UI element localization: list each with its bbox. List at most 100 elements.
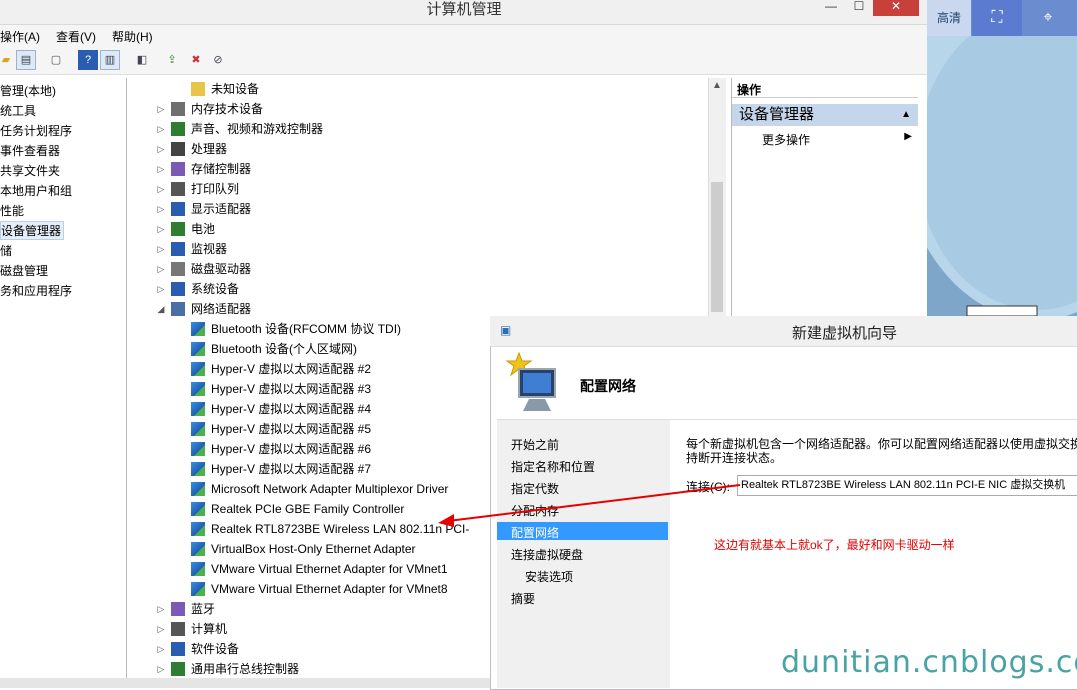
wizard-heading: 配置网络 [580,378,636,394]
hd-button[interactable]: 高清 [927,0,971,36]
device-label: Realtek PCIe GBE Family Controller [211,502,405,516]
hyperv-icon: ▣ [500,323,512,337]
player-toolbar: 高清 ⛶ ⌖ [927,0,1077,36]
device-label: 显示适配器 [191,202,252,216]
tree-item-shared-folders[interactable]: 共享文件夹 [0,162,60,179]
collapse-icon[interactable]: ▲ [901,104,911,126]
tree-item-services-apps[interactable]: 务和应用程序 [0,282,72,299]
tree-item-local-users[interactable]: 本地用户和组 [0,182,72,199]
uninstall-icon[interactable]: ✖ [186,50,206,70]
expand-arrow-icon[interactable]: ▷ [156,259,166,279]
device-category-icon [171,262,185,276]
device-category-icon [171,622,185,636]
scan-hardware-icon[interactable]: ◧ [132,50,152,70]
device-label: 网络适配器 [191,302,252,316]
expand-arrow-icon[interactable]: ▷ [156,219,166,239]
device-category-icon [171,222,185,236]
device-label: Bluetooth 设备(RFCOMM 协议 TDI) [211,322,402,336]
menu-view[interactable]: 查看(V) [56,28,96,45]
warning-device-icon [191,82,205,96]
network-adapter-icon [191,542,205,556]
maximize-button[interactable]: ☐ [848,0,870,16]
properties-icon[interactable]: ▢ [46,50,66,70]
nav-install-options[interactable]: 安装选项 [525,568,573,585]
connection-select[interactable]: Realtek RTL8723BE Wireless LAN 802.11n P… [737,475,1077,496]
console-tree-icon[interactable]: ▤ [16,50,36,70]
window-title: 计算机管理 [426,1,502,18]
expand-arrow-icon[interactable]: ▷ [156,179,166,199]
help-icon[interactable]: ? [78,50,98,70]
device-label: VirtualBox Host-Only Ethernet Adapter [211,542,416,556]
device-label: 存储控制器 [191,162,252,176]
more-actions[interactable]: 更多操作 ▶ [762,131,912,148]
device-label: Hyper-V 虚拟以太网适配器 #3 [211,382,372,396]
crosshair-icon[interactable]: ⌖ [1023,0,1073,36]
tree-item-system-tools[interactable]: 统工具 [0,102,36,119]
device-label: 系统设备 [191,282,240,296]
fullscreen-icon[interactable]: ⛶ [972,0,1022,36]
expand-arrow-icon[interactable]: ▷ [156,619,166,639]
expand-arrow-icon[interactable]: ▷ [156,199,166,219]
menu-action[interactable]: 操作(A) [0,28,40,45]
expand-arrow-icon[interactable]: ▷ [156,599,166,619]
device-label: Hyper-V 虚拟以太网适配器 #2 [211,362,372,376]
network-adapter-icon [191,582,205,596]
annotation-arrow [438,484,741,527]
tree-item-computer-management[interactable]: 管理(本地) [0,82,56,99]
disable-device-icon[interactable]: ⊘ [208,50,228,70]
expand-arrow-icon[interactable]: ▷ [156,159,166,179]
update-driver-icon[interactable]: ⇪ [162,50,182,70]
tree-item-task-scheduler[interactable]: 任务计划程序 [0,122,72,139]
device-category-icon [171,662,185,676]
menu-help[interactable]: 帮助(H) [112,28,153,45]
nav-connect-vhd[interactable]: 连接虚拟硬盘 [511,546,583,563]
actions-section-device-manager[interactable]: 设备管理器 ▲ [732,104,918,126]
tree-item-storage[interactable]: 储 [0,242,12,259]
submenu-arrow-icon: ▶ [904,131,912,142]
expand-arrow-icon[interactable]: ▷ [156,119,166,139]
minimize-button[interactable]: — [820,0,842,16]
device-category-icon [171,122,185,136]
device-label: Bluetooth 设备(个人区域网) [211,342,358,356]
nav-summary[interactable]: 摘要 [511,590,535,607]
device-label: 通用串行总线控制器 [191,662,300,676]
scroll-up-icon[interactable]: ▲ [712,80,722,91]
title-bar: 计算机管理 — ☐ ✕ [0,0,928,25]
tree-item-event-viewer[interactable]: 事件查看器 [0,142,60,159]
collapse-arrow-icon[interactable]: ◢ [156,299,166,319]
network-adapter-icon [191,422,205,436]
close-button[interactable]: ✕ [873,0,919,16]
expand-arrow-icon[interactable]: ▷ [156,99,166,119]
device-label: 计算机 [191,622,228,636]
scroll-thumb[interactable] [711,182,723,312]
device-label: 声音、视频和游戏控制器 [191,122,324,136]
wizard-header: 配置网络 [497,347,1077,420]
menu-bar: 操作(A) 查看(V) 帮助(H) [0,25,928,46]
network-adapter-icon [191,382,205,396]
nav-name-location[interactable]: 指定名称和位置 [511,458,595,475]
device-label: Hyper-V 虚拟以太网适配器 #6 [211,442,372,456]
nav-before-you-begin[interactable]: 开始之前 [511,436,559,453]
expand-arrow-icon[interactable]: ▷ [156,659,166,679]
network-adapter-icon [191,402,205,416]
folder-icon[interactable]: ▰ [0,50,16,70]
description-line-1: 每个新虚拟机包含一个网络适配器。你可以配置网络适配器以使用虚拟交换 [686,437,1077,451]
device-category-icon [171,642,185,656]
tree-item-device-manager[interactable]: 设备管理器 [0,221,65,240]
network-adapter-icon [191,482,205,496]
action-pane-icon[interactable]: ▥ [100,50,120,70]
expand-arrow-icon[interactable]: ▷ [156,239,166,259]
expand-arrow-icon[interactable]: ▷ [156,639,166,659]
tree-item-disk-management[interactable]: 磁盘管理 [0,262,48,279]
network-adapter-icon [191,342,205,356]
expand-arrow-icon[interactable]: ▷ [156,139,166,159]
device-category-icon [171,242,185,256]
actions-header: 操作 [732,78,918,98]
network-adapter-icon [191,562,205,576]
network-adapter-icon [191,362,205,376]
device-label: 打印队列 [191,182,240,196]
expand-arrow-icon[interactable]: ▷ [156,279,166,299]
tree-item-performance[interactable]: 性能 [0,202,24,219]
wizard-nav: 开始之前 指定名称和位置 指定代数 分配内存 配置网络 连接虚拟硬盘 安装选项 … [497,420,670,688]
watermark: dunitian.cnblogs.com [781,645,1077,680]
